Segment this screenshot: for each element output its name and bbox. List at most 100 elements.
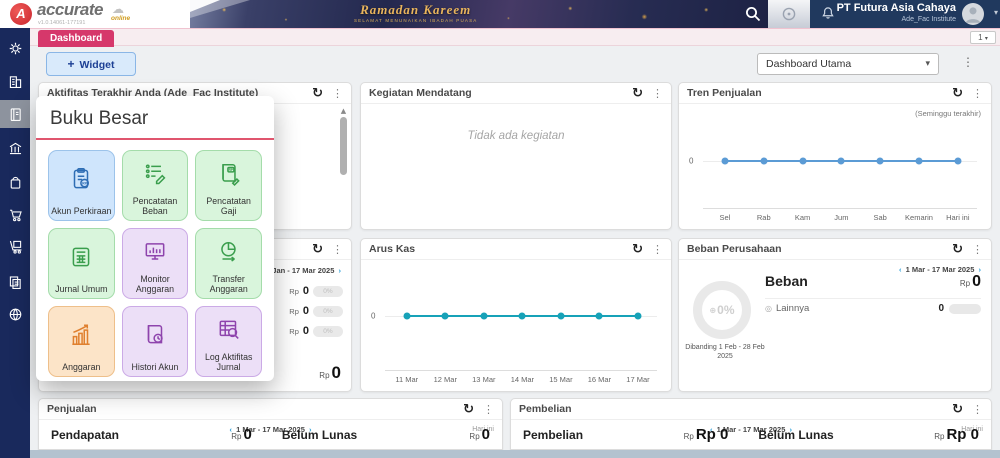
refresh-icon[interactable]: ↻ (952, 403, 963, 416)
kebab-menu-icon[interactable]: ⋮ (332, 87, 343, 100)
brand-online-label: online (111, 15, 130, 22)
widget-button-label: Widget (80, 59, 115, 71)
tile-label: Akun Perkiraan (49, 206, 113, 216)
popup-tile-transfer-anggaran[interactable]: Transfer Anggaran (195, 228, 262, 299)
logo-area: A accurate v1.0.14061-177191 ☁ online (0, 0, 190, 28)
card-kegiatan-mendatang: Kegiatan Mendatang ↻ ⋮ Tidak ada kegiata… (360, 82, 672, 230)
x-axis-labels: 11 Mar12 Mar13 Mar14 Mar15 Mar16 Mar17 M… (385, 375, 657, 386)
section-title: Beban (765, 273, 960, 289)
brand-name: accurate (37, 0, 103, 20)
account-chevron-down-icon[interactable]: ▾ (994, 8, 998, 17)
currency-prefix: Rp (934, 432, 944, 441)
kebab-menu-icon[interactable]: ⋮ (652, 87, 663, 100)
book-clock-icon (142, 307, 168, 362)
account-bar: PT Futura Asia Cahaya Ade_Fac Institute … (810, 0, 1000, 28)
kebab-menu-icon[interactable]: ⋮ (972, 87, 983, 100)
dashboard-select[interactable]: Dashboard Utama ▾ (757, 53, 939, 75)
popup-tile-monitor-anggaran[interactable]: Monitor Anggaran (122, 228, 189, 299)
toolbar-kebab-menu-icon[interactable]: ⋮ (962, 55, 974, 69)
status-ring-icon (781, 6, 797, 22)
sidebar-documents-icon[interactable] (0, 268, 30, 296)
calculator-grid-icon (68, 229, 94, 284)
refresh-icon[interactable]: ↻ (632, 87, 643, 100)
monitor-chart-icon (142, 229, 168, 274)
refresh-icon[interactable]: ↻ (312, 243, 323, 256)
data-point (877, 158, 884, 165)
kebab-menu-icon[interactable]: ⋮ (332, 243, 343, 256)
chart-period-note: (Seminggu terakhir) (915, 109, 981, 118)
legend-label: Lainnya (776, 303, 938, 314)
metric-label: Belum Lunas (282, 428, 357, 442)
popup-tile-grid: RP Akun Perkiraan Pencatatan Beban (48, 150, 262, 377)
dashboard-select-value: Dashboard Utama (766, 58, 851, 70)
x-axis-tick-label: 14 Mar (511, 375, 534, 384)
donut-percent: 0% (717, 303, 734, 317)
sidebar-purchase-bag-icon[interactable] (0, 168, 30, 196)
data-point (442, 313, 449, 320)
kebab-menu-icon[interactable]: ⋮ (972, 403, 983, 416)
refresh-icon[interactable]: ↻ (952, 87, 963, 100)
accurate-logo-icon: A (10, 3, 32, 25)
sidebar-bank-icon[interactable] (0, 134, 30, 162)
sidebar (0, 28, 30, 458)
scrollbar[interactable]: ▲ (339, 107, 348, 225)
sidebar-company-icon[interactable] (0, 67, 30, 95)
refresh-icon[interactable]: ↻ (312, 87, 323, 100)
metric-value: Rp 0 (946, 426, 979, 443)
summary-total: Rp0 (319, 363, 341, 383)
popup-tile-histori-akun[interactable]: Histori Akun (122, 306, 189, 377)
kebab-menu-icon[interactable]: ⋮ (972, 243, 983, 256)
clipboard-rp-icon: RP (68, 151, 94, 206)
add-widget-button[interactable]: +Widget (46, 52, 136, 76)
user-avatar[interactable] (962, 3, 984, 25)
card-tren-penjualan: Tren Penjualan ↻ ⋮ (Seminggu terakhir) 0… (678, 82, 992, 230)
sidebar-buku-besar-icon[interactable] (0, 100, 30, 128)
card-penjualan: Penjualan ↻ ⋮ ‹ 1 Mar - 17 Mar 2025 › Ha… (38, 398, 503, 450)
kebab-menu-icon[interactable]: ⋮ (483, 403, 494, 416)
data-point (519, 313, 526, 320)
popup-tile-pencatatan-gaji[interactable]: RP Pencatatan Gaji (195, 150, 262, 221)
popup-tile-anggaran[interactable]: Anggaran (48, 306, 115, 377)
buku-besar-popup: Buku Besar RP Akun Perkiraan (36, 96, 274, 381)
tile-label: Log Aktifitas Jurnal (196, 352, 261, 372)
currency-prefix: Rp (289, 307, 299, 316)
card-title: Pembelian (519, 403, 952, 415)
data-point (916, 158, 923, 165)
scrollbar-thumb[interactable] (340, 117, 347, 175)
sidebar-globe-icon[interactable] (0, 300, 30, 328)
sidebar-trolley-icon[interactable] (0, 232, 30, 260)
company-block[interactable]: PT Futura Asia Cahaya Ade_Fac Institute (837, 2, 956, 24)
page-indicator[interactable]: 1 ▾ (970, 31, 996, 44)
popup-tile-pencatatan-beban[interactable]: Pencatatan Beban (122, 150, 189, 221)
tab-dashboard[interactable]: Dashboard (38, 30, 114, 47)
donut-target-icon: ⊕ (709, 306, 716, 315)
data-point (557, 313, 564, 320)
popup-tile-jurnal-umum[interactable]: Jurnal Umum (48, 228, 115, 299)
sidebar-cart-icon[interactable] (0, 200, 30, 228)
kebab-menu-icon[interactable]: ⋮ (652, 243, 663, 256)
next-period-icon[interactable]: › (337, 266, 344, 275)
currency-prefix: Rp (960, 279, 970, 288)
refresh-icon[interactable]: ↻ (632, 243, 643, 256)
popup-tile-log-aktifitas-jurnal[interactable]: Log Aktifitas Jurnal (195, 306, 262, 377)
accurate-online-app: A accurate v1.0.14061-177191 ☁ online Ra… (0, 0, 1000, 458)
legend-row[interactable]: ◎ Lainnya 0 (765, 303, 981, 314)
ramadan-banner: Ramadan Kareem SELAMAT MENUNAIKAN IBADAH… (150, 0, 768, 28)
refresh-icon[interactable]: ↻ (952, 243, 963, 256)
tile-label: Pencatatan Beban (123, 196, 188, 216)
percent-pill: 0% (313, 326, 343, 337)
x-axis-tick-label: 17 Mar (626, 375, 649, 384)
popup-tile-akun-perkiraan[interactable]: RP Akun Perkiraan (48, 150, 115, 221)
metric-label: Pendapatan (51, 428, 119, 442)
metric-label: Belum Lunas (758, 428, 833, 442)
scroll-up-icon[interactable]: ▲ (339, 107, 348, 115)
refresh-icon[interactable]: ↻ (463, 403, 474, 416)
x-axis-tick-label: 15 Mar (549, 375, 572, 384)
notifications-bell-icon[interactable] (820, 5, 836, 22)
x-axis-tick-label: 11 Mar (395, 375, 418, 384)
sales-values-row: Pendapatan Rp0 Belum Lunas Rp0 (51, 426, 490, 444)
sidebar-gear-icon[interactable] (0, 34, 30, 62)
x-axis-tick-label: Kam (795, 213, 810, 222)
compare-note: Dibanding 1 Feb - 28 Feb 2025 (679, 343, 771, 361)
search-icon[interactable] (744, 5, 762, 23)
